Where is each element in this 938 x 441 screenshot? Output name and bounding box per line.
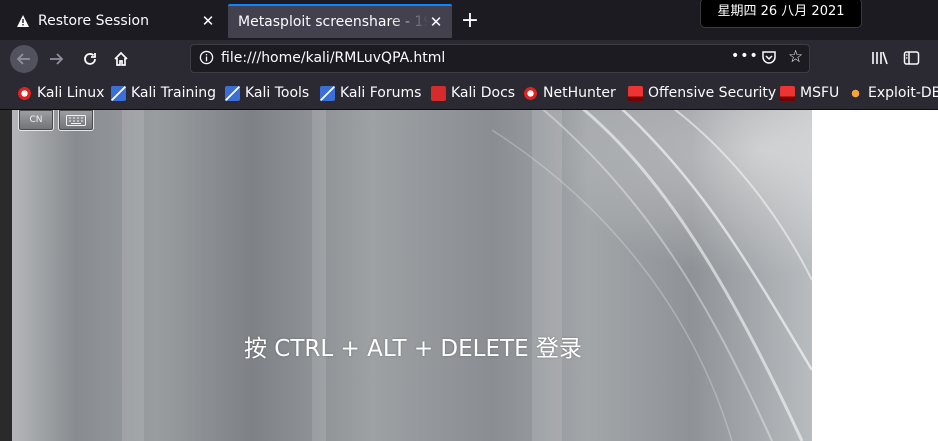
bookmark-label: Kali Linux	[37, 85, 105, 101]
reload-icon	[84, 53, 96, 65]
tab-title: Metasploit screenshare - 192	[238, 14, 428, 30]
reload-button[interactable]	[76, 45, 104, 73]
library-icon[interactable]	[871, 50, 889, 70]
bookmark-kali-forums[interactable]: Kali Forums	[320, 85, 421, 101]
keyboard-icon	[66, 114, 86, 126]
warning-icon	[17, 15, 29, 27]
bookmark-label: Exploit-DB	[868, 85, 938, 101]
tab-title: Restore Session	[38, 13, 149, 29]
bookmark-label: NetHunter	[543, 85, 616, 101]
bookmark-exploit-db[interactable]: Exploit-DB	[848, 85, 938, 101]
kali-tool-icon	[111, 85, 126, 101]
tab-metasploit-screenshare[interactable]: Metasploit screenshare - 192 ✕	[228, 4, 452, 38]
home-icon	[114, 51, 128, 66]
panel-clock[interactable]: 星期四 26 八月 2021	[700, 0, 862, 28]
close-tab-icon[interactable]: ✕	[200, 12, 216, 30]
offsec-icon	[780, 85, 795, 101]
bookmark-label: Kali Tools	[245, 85, 310, 101]
bookmark-kali-linux[interactable]: Kali Linux	[17, 85, 104, 101]
login-prompt: 按 CTRL + ALT + DELETE 登录	[244, 336, 582, 362]
bookmarks-toolbar: Kali Linux Kali Training Kali Tools Kali…	[0, 78, 938, 110]
bookmark-star-icon[interactable]: ☆	[788, 47, 803, 67]
bookmark-kali-tools[interactable]: Kali Tools	[225, 85, 309, 101]
exploit-db-icon	[848, 85, 863, 101]
bookmark-label: Kali Forums	[340, 85, 422, 101]
page-actions-icon[interactable]: •••	[731, 48, 759, 64]
info-icon[interactable]	[199, 50, 215, 66]
arrow-right-icon	[50, 53, 64, 65]
desktop-edge	[0, 110, 12, 441]
new-tab-button[interactable]: +	[457, 8, 483, 34]
pocket-icon[interactable]	[761, 49, 777, 65]
url-text[interactable]: file:///home/kali/RMLuvQPA.html	[221, 50, 445, 66]
forward-button[interactable]	[42, 45, 70, 73]
url-bar[interactable]: file:///home/kali/RMLuvQPA.html ••• ☆	[190, 44, 810, 73]
kali-tool-icon	[320, 85, 335, 101]
kali-docs-icon	[431, 85, 446, 101]
offsec-icon	[628, 85, 643, 101]
input-method-button[interactable]: CN	[18, 110, 54, 131]
kali-tool-icon	[225, 85, 240, 101]
close-tab-icon[interactable]: ✕	[428, 13, 444, 31]
background-curves	[491, 110, 812, 441]
bookmark-offensive-security[interactable]: Offensive Security	[628, 85, 776, 101]
tab-strip: Restore Session ✕ Metasploit screenshare…	[0, 0, 938, 40]
back-button[interactable]	[10, 45, 38, 73]
remote-screen[interactable]: CN 按 CTRL + ALT + DELETE 登录	[12, 110, 812, 441]
kali-dragon-icon	[523, 85, 538, 101]
bookmark-kali-training[interactable]: Kali Training	[111, 85, 216, 101]
bookmark-nethunter[interactable]: NetHunter	[523, 85, 616, 101]
bookmark-kali-docs[interactable]: Kali Docs	[431, 85, 515, 101]
arrow-left-icon	[16, 53, 30, 65]
bookmark-label: MSFU	[800, 85, 840, 101]
bookmark-label: Offensive Security	[648, 85, 777, 101]
bookmark-label: Kali Docs	[451, 85, 516, 101]
keyboard-button[interactable]	[58, 110, 94, 131]
tab-restore-session[interactable]: Restore Session ✕	[8, 4, 224, 38]
bookmark-msfu[interactable]: MSFU	[780, 85, 839, 101]
bookmark-label: Kali Training	[131, 85, 216, 101]
sidebar-icon[interactable]	[903, 50, 920, 70]
home-button[interactable]	[107, 45, 135, 73]
page-content: CN 按 CTRL + ALT + DELETE 登录	[0, 110, 938, 441]
kali-dragon-icon	[17, 85, 32, 101]
